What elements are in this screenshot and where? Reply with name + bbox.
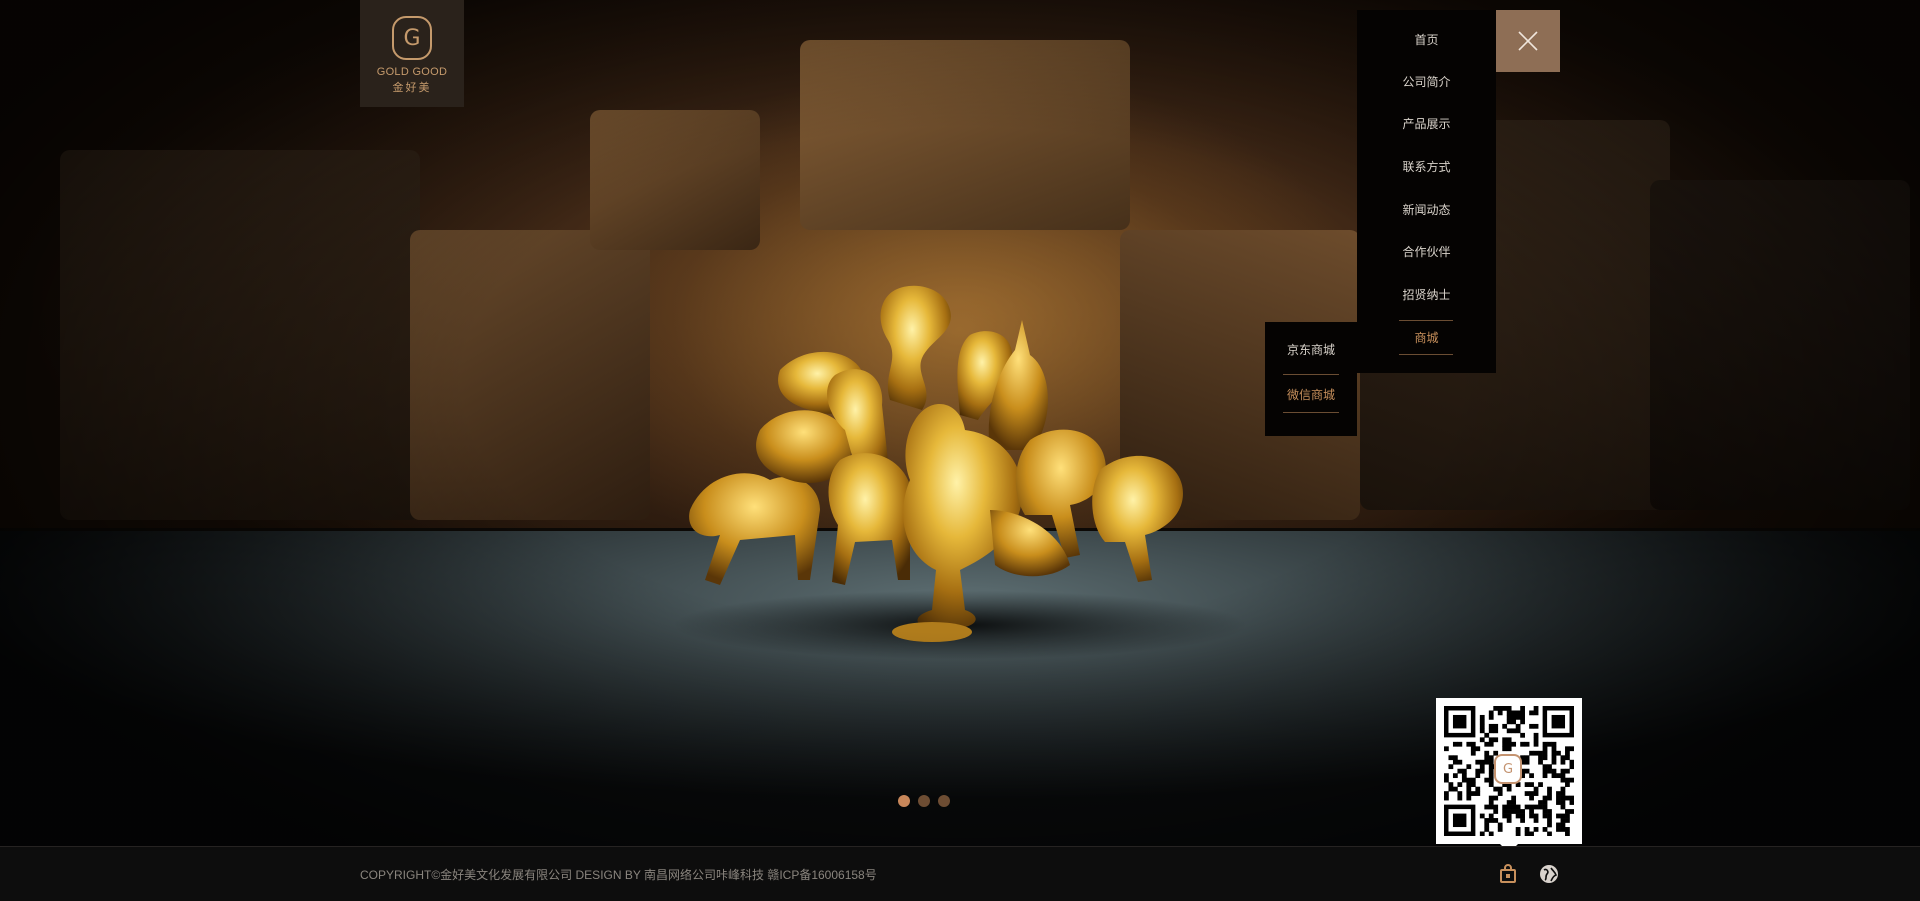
logo-emblem-icon: G xyxy=(392,16,432,60)
slider-dot-1[interactable] xyxy=(898,795,910,807)
nav-item-contact[interactable]: 联系方式 xyxy=(1357,156,1496,178)
copyright-text: COPYRIGHT©金好美文化发展有限公司 DESIGN BY 南昌网络公司咔峰… xyxy=(360,868,877,882)
submenu-item-wechat-mall[interactable]: 微信商城 xyxy=(1265,384,1357,406)
hero-vignette xyxy=(0,0,1920,846)
brand-logo[interactable]: G GOLD GOOD 金好美 xyxy=(360,0,464,107)
close-icon xyxy=(1518,31,1538,51)
qr-center-logo-icon: G xyxy=(1494,754,1522,784)
submenu-item-jd-mall[interactable]: 京东商城 xyxy=(1265,339,1357,361)
nav-item-partners[interactable]: 合作伙伴 xyxy=(1357,241,1496,263)
nav-item-news[interactable]: 新闻动态 xyxy=(1357,199,1496,221)
close-menu-button[interactable] xyxy=(1496,10,1560,72)
main-nav-menu: 首页 公司简介 产品展示 联系方式 新闻动态 合作伙伴 招贤纳士 商城 xyxy=(1357,10,1496,373)
shopping-bag-icon[interactable] xyxy=(1497,863,1519,885)
active-indicator-top xyxy=(1399,320,1453,321)
page-footer: COPYRIGHT©金好美文化发展有限公司 DESIGN BY 南昌网络公司咔峰… xyxy=(0,846,1920,901)
nav-item-mall[interactable]: 商城 xyxy=(1357,327,1496,349)
nav-item-careers[interactable]: 招贤纳士 xyxy=(1357,284,1496,306)
brand-name-cn: 金好美 xyxy=(392,81,432,94)
logo-glyph: G xyxy=(403,25,421,51)
nav-item-company-profile[interactable]: 公司简介 xyxy=(1357,71,1496,93)
hero-banner xyxy=(0,0,1920,846)
slider-pagination xyxy=(898,795,950,807)
slider-dot-2[interactable] xyxy=(918,795,930,807)
globe-icon[interactable] xyxy=(1538,863,1560,885)
active-indicator-bottom xyxy=(1399,354,1453,355)
submenu-active-line-bottom xyxy=(1283,412,1339,413)
qr-badge-glyph: G xyxy=(1502,761,1514,777)
slider-dot-3[interactable] xyxy=(938,795,950,807)
nav-item-products[interactable]: 产品展示 xyxy=(1357,113,1496,135)
nav-item-home[interactable]: 首页 xyxy=(1357,29,1496,51)
brand-name-en: GOLD GOOD xyxy=(376,66,448,78)
mall-submenu: 京东商城 微信商城 xyxy=(1265,322,1357,436)
submenu-active-line-top xyxy=(1283,374,1339,375)
